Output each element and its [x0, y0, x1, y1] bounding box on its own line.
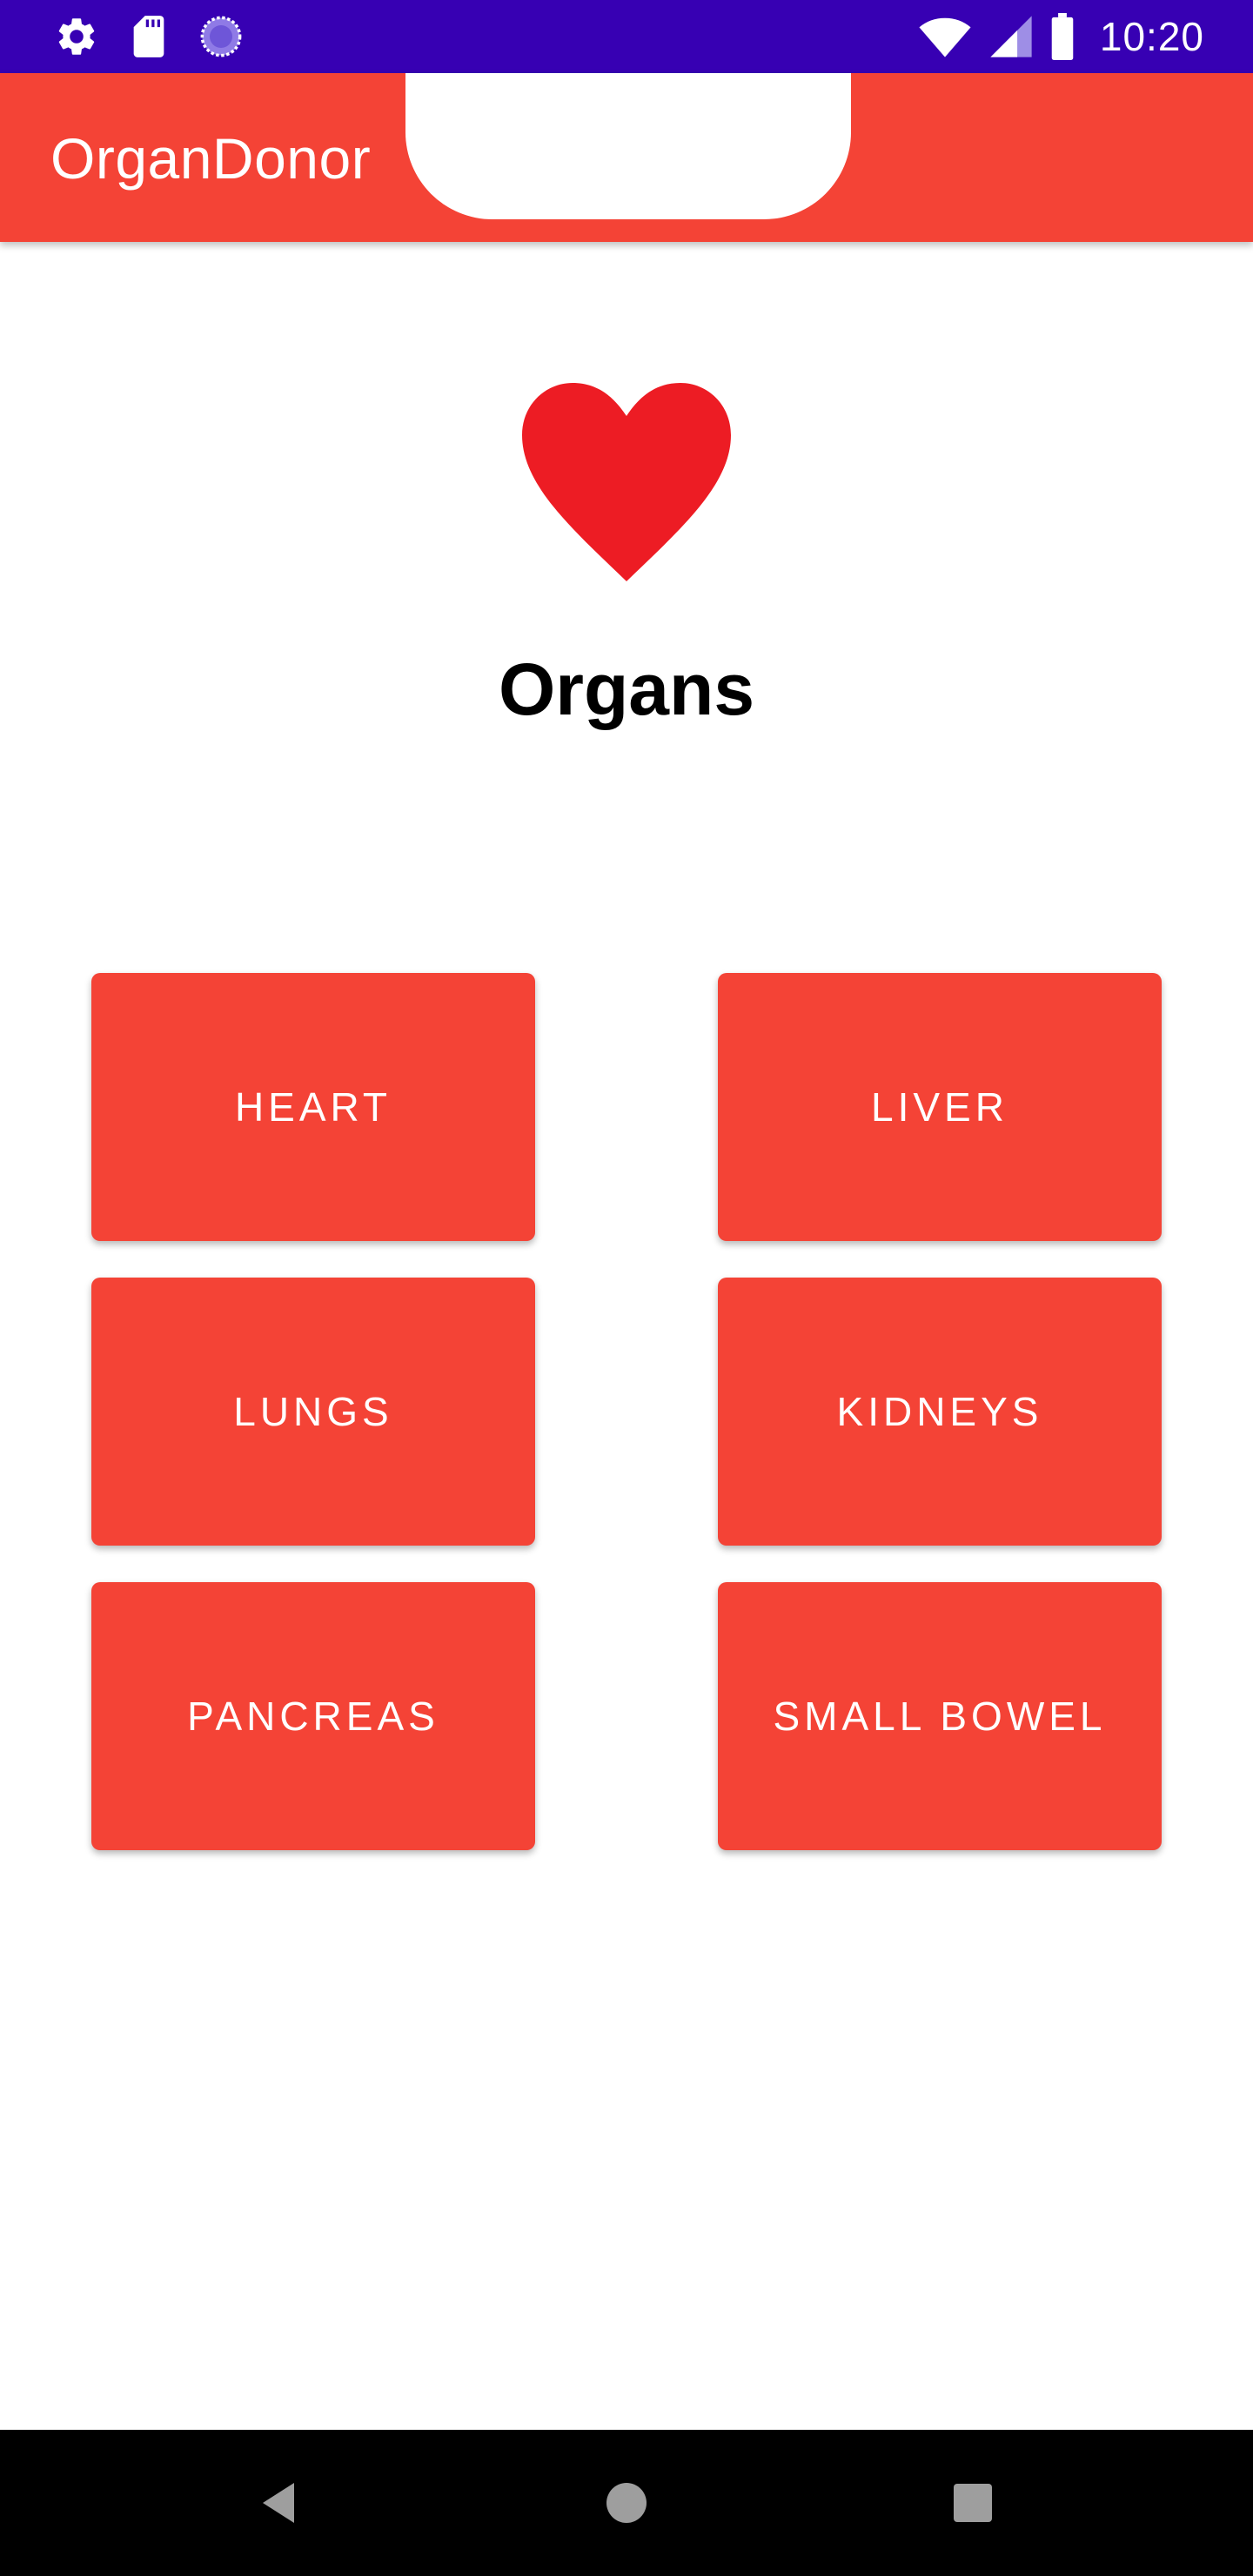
back-icon [263, 2483, 294, 2523]
settings-icon [54, 14, 99, 59]
status-time: 10:20 [1099, 14, 1204, 59]
app-screen: 10:20 OrganDonor Organs HEART LIVER LUNG… [0, 0, 1253, 2576]
app-bar: OrganDonor [0, 73, 1253, 242]
navigation-bar [0, 2430, 1253, 2576]
display-notch [405, 73, 851, 219]
wifi-icon [917, 14, 973, 59]
liver-button[interactable]: LIVER [718, 973, 1162, 1241]
recent-apps-button[interactable] [929, 2459, 1016, 2546]
sd-card-icon [129, 14, 169, 59]
home-icon [606, 2483, 647, 2523]
heart-icon [522, 383, 731, 583]
lungs-button[interactable]: LUNGS [91, 1278, 535, 1546]
battery-icon [1049, 13, 1075, 60]
home-button[interactable] [583, 2459, 670, 2546]
pancreas-button[interactable]: PANCREAS [91, 1582, 535, 1850]
small-bowel-button[interactable]: SMALL BOWEL [718, 1582, 1162, 1850]
status-bar: 10:20 [0, 0, 1253, 73]
status-left-icons [54, 0, 244, 73]
heart-button[interactable]: HEART [91, 973, 535, 1241]
kidneys-button[interactable]: KIDNEYS [718, 1278, 1162, 1546]
app-title: OrganDonor [50, 126, 372, 191]
back-button[interactable] [235, 2459, 322, 2546]
recent-apps-icon [954, 2484, 992, 2522]
sync-icon [198, 14, 244, 59]
status-right-icons: 10:20 [917, 0, 1204, 73]
page-title: Organs [498, 648, 755, 730]
signal-icon [988, 14, 1034, 59]
